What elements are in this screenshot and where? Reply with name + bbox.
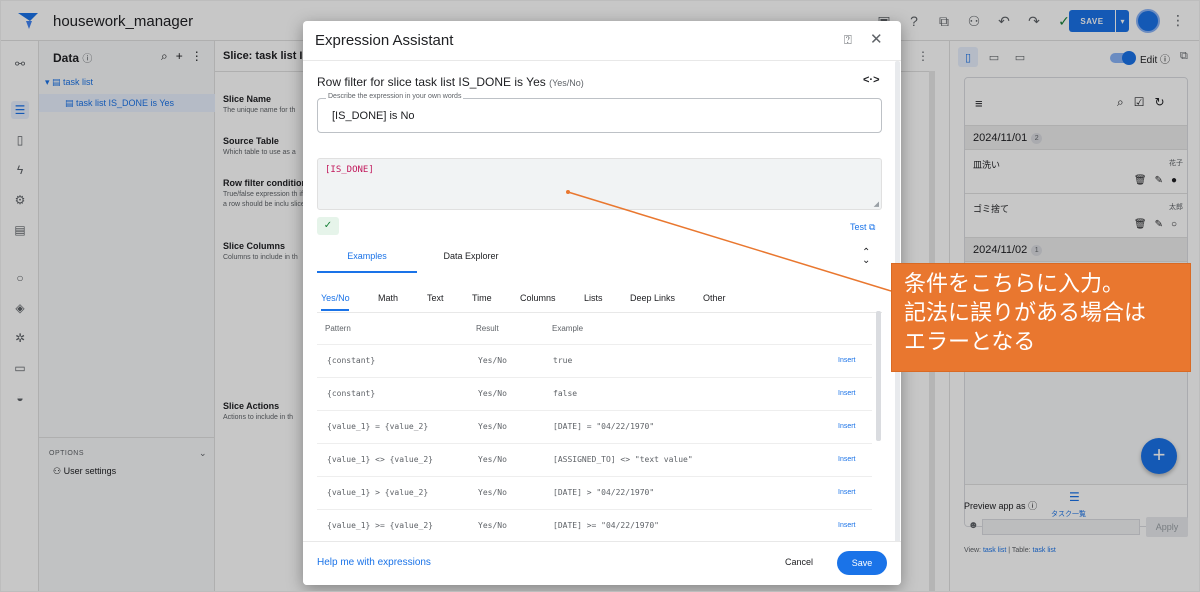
annotation-line: エラーとなる xyxy=(904,330,1036,355)
pattern-cell: {value_1} > {value_2} xyxy=(327,488,429,497)
dialog-header: Expression Assistant ⍰ ✕ xyxy=(303,21,901,61)
tab-deep-links[interactable]: Deep Links xyxy=(630,293,675,303)
column-header: Example xyxy=(552,324,584,333)
expression-assistant-dialog: Expression Assistant ⍰ ✕ Row filter for … xyxy=(303,21,901,585)
table-scrollbar[interactable] xyxy=(876,311,881,441)
tab-examples[interactable]: Examples xyxy=(317,243,417,273)
dialog-footer: Help me with expressions Cancel Save xyxy=(303,541,901,585)
example-cell: [ASSIGNED_TO] <> "text value" xyxy=(553,455,693,464)
close-icon[interactable]: ✕ xyxy=(870,30,883,48)
expression-editor[interactable]: [IS_DONE] ◢ xyxy=(317,158,882,210)
describe-field[interactable]: Describe the expression in your own word… xyxy=(317,93,882,133)
annotation-line: 条件をこちらに入力。 xyxy=(904,272,1125,297)
save-button[interactable]: Save xyxy=(837,551,887,575)
insert-link[interactable]: Insert xyxy=(838,390,856,397)
insert-link[interactable]: Insert xyxy=(838,423,856,430)
active-tab-indicator xyxy=(321,309,349,311)
row-filter-label: Row filter for slice task list IS_DONE i… xyxy=(317,75,584,89)
result-cell: Yes/No xyxy=(478,521,507,530)
result-cell: Yes/No xyxy=(478,455,507,464)
row-filter-type: (Yes/No) xyxy=(549,78,584,88)
tab-data-explorer[interactable]: Data Explorer xyxy=(421,243,521,273)
annotation-callout: 条件をこちらに入力。 記法に誤りがある場合は エラーとなる xyxy=(891,263,1191,372)
tab-yes-no[interactable]: Yes/No xyxy=(321,293,350,303)
insert-link[interactable]: Insert xyxy=(838,489,856,496)
collapse-icon[interactable]: ⌃ ⌄ xyxy=(862,248,870,266)
tab-time[interactable]: Time xyxy=(472,293,492,303)
example-cell: true xyxy=(553,356,573,365)
tab-text[interactable]: Text xyxy=(427,293,444,303)
column-header: Pattern xyxy=(325,324,351,333)
tab-other[interactable]: Other xyxy=(703,293,726,303)
assistant-tabs: Examples Data Explorer ⌃ ⌄ xyxy=(317,243,882,273)
example-cell: [DATE] > "04/22/1970" xyxy=(553,488,655,497)
tab-math[interactable]: Math xyxy=(378,293,398,303)
pattern-cell: {value_1} = {value_2} xyxy=(327,422,429,431)
table-row: {value_1} >= {value_2} Yes/No [DATE] >= … xyxy=(317,509,872,542)
result-cell: Yes/No xyxy=(478,488,507,497)
result-cell: Yes/No xyxy=(478,422,507,431)
table-row: {constant} Yes/No false Insert xyxy=(317,377,872,410)
example-cell: [DATE] = "04/22/1970" xyxy=(553,422,655,431)
table-row: {value_1} > {value_2} Yes/No [DATE] > "0… xyxy=(317,476,872,509)
example-cell: [DATE] >= "04/22/1970" xyxy=(553,521,659,530)
tab-columns[interactable]: Columns xyxy=(520,293,556,303)
table-row: {value_1} <> {value_2} Yes/No [ASSIGNED_… xyxy=(317,443,872,476)
expression-text: [IS_DONE] xyxy=(325,165,374,175)
annotation-line: 記法に誤りがある場合は xyxy=(904,301,1147,326)
help-expressions-link[interactable]: Help me with expressions xyxy=(317,557,431,568)
table-row: {value_1} = {value_2} Yes/No [DATE] = "0… xyxy=(317,410,872,443)
describe-input[interactable] xyxy=(332,110,852,122)
table-row: {constant} Yes/No true Insert xyxy=(317,344,872,377)
category-tabs: Yes/No Math Text Time Columns Lists Deep… xyxy=(317,289,882,313)
pattern-cell: {value_1} >= {value_2} xyxy=(327,521,433,530)
example-cell: false xyxy=(553,389,578,398)
valid-check-icon: ✓ xyxy=(317,217,339,235)
open-external-icon: ⧉ xyxy=(869,222,876,232)
dialog-title: Expression Assistant xyxy=(315,32,454,49)
pattern-cell: {constant} xyxy=(327,356,376,365)
column-header: Result xyxy=(476,324,499,333)
feedback-icon[interactable]: ⍰ xyxy=(844,32,852,48)
cancel-button[interactable]: Cancel xyxy=(785,557,813,567)
code-toggle-icon[interactable]: <·> xyxy=(863,74,880,86)
insert-link[interactable]: Insert xyxy=(838,522,856,529)
result-cell: Yes/No xyxy=(478,389,507,398)
screenshot-frame: housework_manager ▣ ? ⧉ ⚇ ↶ ↷ ✓ SAVE ▾ ⋮… xyxy=(0,0,1200,592)
pattern-cell: {constant} xyxy=(327,389,376,398)
insert-link[interactable]: Insert xyxy=(838,357,856,364)
describe-legend: Describe the expression in your own word… xyxy=(326,93,464,100)
resize-handle-icon[interactable]: ◢ xyxy=(874,200,879,208)
result-cell: Yes/No xyxy=(478,356,507,365)
test-link[interactable]: Test ⧉ xyxy=(850,222,875,233)
insert-link[interactable]: Insert xyxy=(838,456,856,463)
tab-lists[interactable]: Lists xyxy=(584,293,603,303)
pattern-cell: {value_1} <> {value_2} xyxy=(327,455,433,464)
